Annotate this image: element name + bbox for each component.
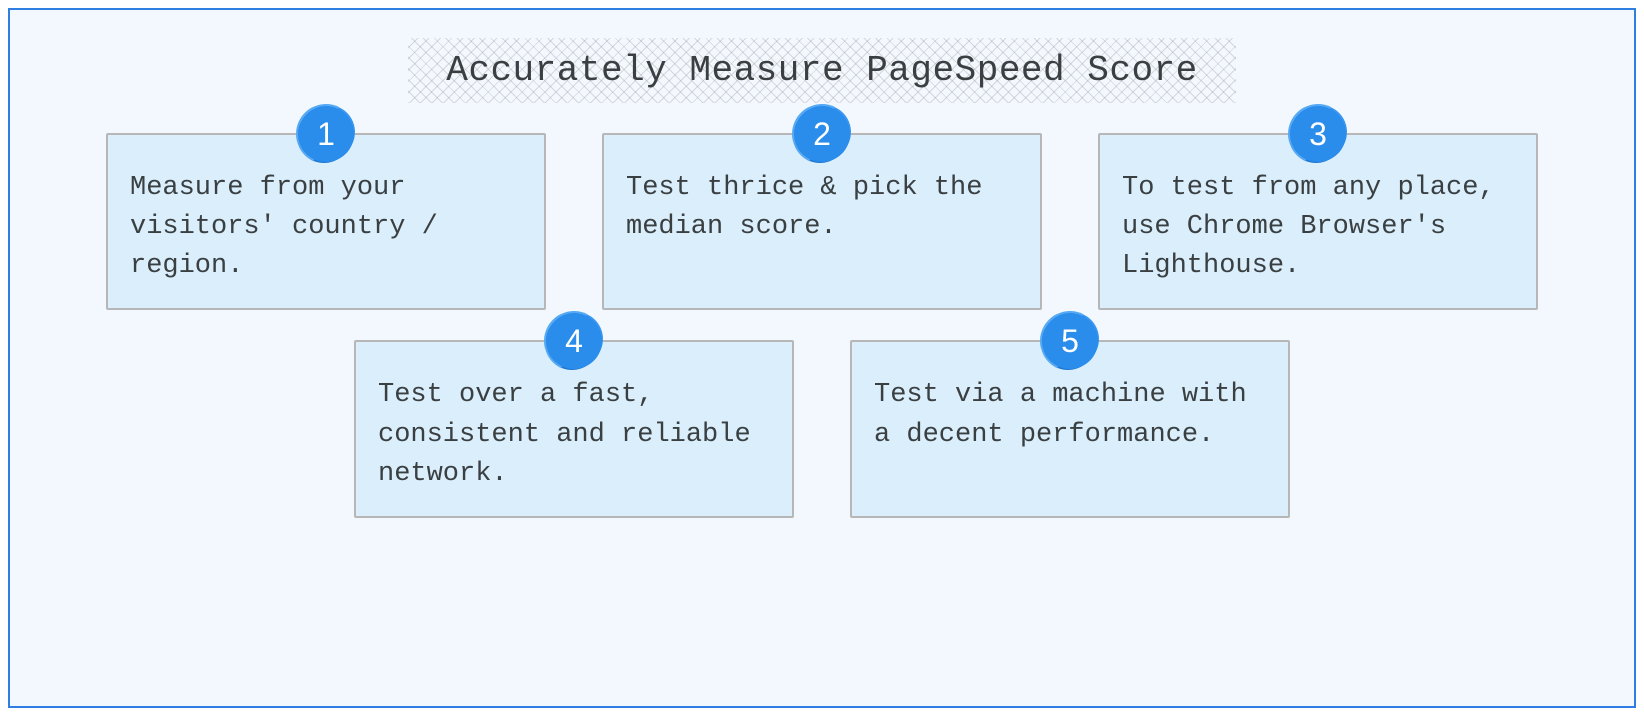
number-badge-icon: 5	[1043, 314, 1097, 368]
tip-text: Test thrice & pick the median score.	[626, 169, 1018, 247]
cards-row-1: 1 Measure from your visitors' country / …	[50, 133, 1594, 310]
tip-text: To test from any place, use Chrome Brows…	[1122, 169, 1514, 286]
diagram-frame: Accurately Measure PageSpeed Score 1 Mea…	[8, 8, 1636, 708]
tip-card-2: 2 Test thrice & pick the median score.	[602, 133, 1042, 310]
number-badge-icon: 1	[299, 107, 353, 161]
number-badge-icon: 4	[547, 314, 601, 368]
number-badge-icon: 3	[1291, 107, 1345, 161]
tip-card-4: 4 Test over a fast, consistent and relia…	[354, 340, 794, 517]
tip-card-5: 5 Test via a machine with a decent perfo…	[850, 340, 1290, 517]
tip-card-1: 1 Measure from your visitors' country / …	[106, 133, 546, 310]
number-badge-icon: 2	[795, 107, 849, 161]
tip-text: Test via a machine with a decent perform…	[874, 376, 1266, 454]
cards-row-2: 4 Test over a fast, consistent and relia…	[50, 340, 1594, 517]
tip-text: Test over a fast, consistent and reliabl…	[378, 376, 770, 493]
diagram-title: Accurately Measure PageSpeed Score	[408, 38, 1236, 103]
tip-text: Measure from your visitors' country / re…	[130, 169, 522, 286]
tip-card-3: 3 To test from any place, use Chrome Bro…	[1098, 133, 1538, 310]
